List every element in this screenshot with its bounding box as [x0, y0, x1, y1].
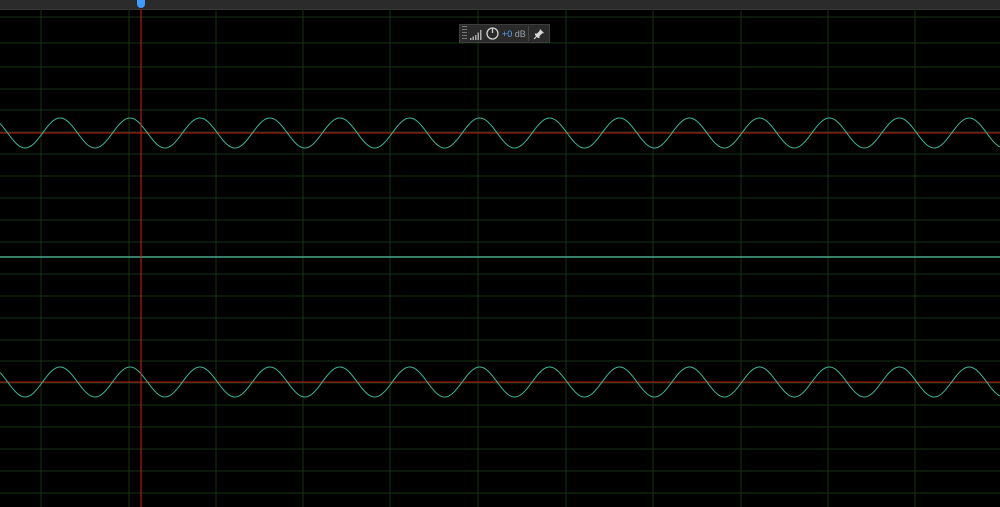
level-meter-icon [470, 29, 482, 40]
gain-readout[interactable]: +0 dB [502, 29, 526, 39]
hud-separator [528, 26, 529, 41]
gain-value: +0 [502, 28, 513, 39]
power-knob-icon[interactable] [486, 27, 499, 40]
grid [0, 9, 1000, 507]
playhead-handle[interactable] [137, 0, 145, 8]
waveform-display[interactable] [0, 9, 1000, 507]
heads-up-display[interactable]: +0 dB [459, 24, 550, 43]
drag-grip-icon[interactable] [462, 26, 467, 41]
gain-unit: dB [514, 28, 526, 39]
pin-icon[interactable] [533, 28, 545, 40]
